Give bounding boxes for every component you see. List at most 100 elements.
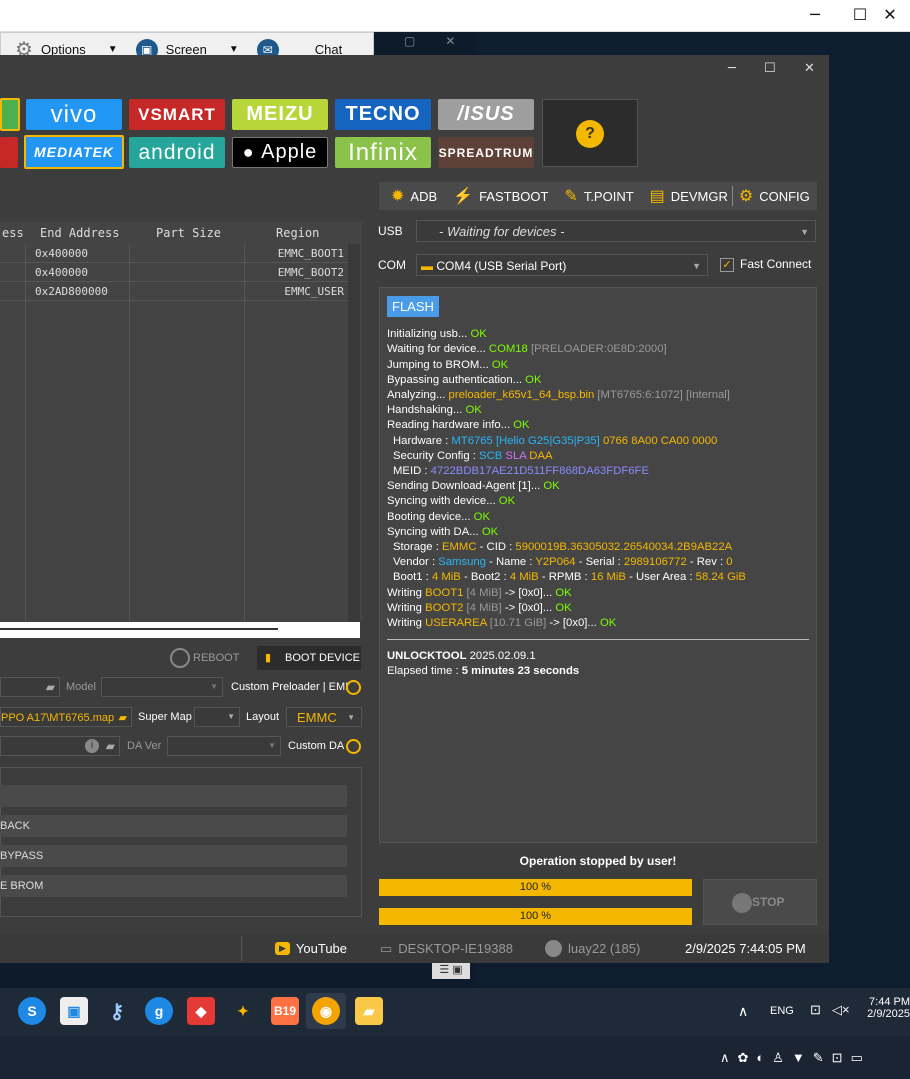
- config-label: CONFIG: [759, 188, 810, 204]
- da-file-field[interactable]: i ▰: [0, 736, 120, 756]
- outer-maximize-button[interactable]: ☐: [845, 4, 875, 26]
- fastboot-button[interactable]: ⚡ FASTBOOT: [453, 186, 548, 206]
- datetime: 2/9/2025 7:44:05 PM: [685, 941, 806, 956]
- table-row[interactable]: 0x400000 EMMC_BOOT1: [0, 244, 348, 263]
- outer-minimize-button[interactable]: ─: [800, 4, 830, 26]
- map-file-field[interactable]: PPO A17\MT6765.map ▰: [0, 707, 132, 727]
- horizontal-scrollbar[interactable]: [0, 622, 360, 638]
- brand-vsmart-tile[interactable]: VSMART: [129, 99, 225, 130]
- folder-icon[interactable]: ▰: [355, 997, 383, 1025]
- log-line: Vendor : Samsung - Name : Y2P064 - Seria…: [393, 556, 733, 569]
- log-line: Analyzing... preloader_k65v1_64_bsp.bin …: [387, 389, 730, 402]
- com-port-select[interactable]: ▬ COM4 (USB Serial Port) ▼: [416, 254, 708, 276]
- brand-infinix-tile[interactable]: Infinix: [335, 137, 431, 168]
- youtube-label: YouTube: [295, 941, 348, 956]
- log-line: Reading hardware info... OK: [387, 419, 530, 432]
- tray-icons[interactable]: ∧✿◐♙▼✎⊡▭: [720, 1050, 871, 1066]
- stop-icon: [732, 893, 752, 913]
- chevron-down-icon: ▼: [692, 261, 701, 271]
- brand-oppo-tile[interactable]: [0, 98, 20, 131]
- brand-android-tile[interactable]: android: [129, 137, 225, 168]
- reboot-icon: [170, 648, 190, 668]
- monitor-icon: ▭: [380, 940, 393, 956]
- col-end-address[interactable]: End Address: [40, 222, 119, 244]
- log-line: Hardware : MT6765 [Helio G25|G35|P35] 07…: [393, 434, 718, 447]
- brand-asus-tile[interactable]: /ISUS: [438, 99, 534, 130]
- app-icon-b19[interactable]: B19: [271, 997, 299, 1025]
- app-icon-tool[interactable]: ✦: [229, 997, 257, 1025]
- help-tile[interactable]: ?: [542, 99, 638, 167]
- app-icon-window[interactable]: ▣: [60, 997, 88, 1025]
- bug-icon: ✹: [391, 188, 405, 205]
- custom-da-radio[interactable]: [346, 739, 361, 754]
- log-line: Syncing with device... OK: [387, 495, 516, 508]
- col-region[interactable]: Region: [276, 222, 319, 244]
- chevron-down-icon: ▼: [210, 682, 218, 691]
- end-address-cell: 0x2AD800000: [35, 285, 108, 298]
- app-minimize-button[interactable]: ─: [728, 61, 736, 76]
- brand-mediatek-tile[interactable]: MEDIATEK: [24, 135, 124, 169]
- brand-vivo-tile[interactable]: vivo: [26, 99, 122, 130]
- view-toggle[interactable]: ☰ ▣: [432, 963, 470, 979]
- preloader-path-field[interactable]: ▰: [0, 677, 60, 697]
- app-icon-anydesk[interactable]: ◆: [187, 997, 215, 1025]
- lightning-icon: ⚡: [453, 188, 474, 205]
- action-brom-button[interactable]: E BROM: [0, 875, 347, 897]
- brand-spreadtrum-tile[interactable]: SPREADTRUM: [438, 137, 534, 168]
- brand-huawei-tile[interactable]: [0, 137, 18, 168]
- key-icon[interactable]: ⚷: [103, 997, 131, 1025]
- clock[interactable]: 7:44 PM 2/9/2025: [862, 996, 910, 1020]
- config-button[interactable]: ⚙ CONFIG: [731, 186, 810, 206]
- speaker-icon[interactable]: ◁×: [832, 1002, 850, 1018]
- log-line: Handshaking... OK: [387, 404, 482, 417]
- layout-value: EMMC: [297, 710, 337, 725]
- chevron-up-icon[interactable]: ∧: [738, 1003, 748, 1020]
- app-icon-g[interactable]: g: [145, 997, 173, 1025]
- adb-button[interactable]: ✹ ADB: [391, 186, 437, 206]
- table-scrollbar[interactable]: [348, 244, 360, 622]
- brand-meizu-tile[interactable]: MEIZU: [232, 99, 328, 130]
- tpoint-button[interactable]: ✎ T.POINT: [564, 186, 633, 206]
- action-bypass-button[interactable]: BYPASS: [0, 845, 347, 867]
- devmgr-button[interactable]: ▤ DEVMGR: [650, 186, 728, 206]
- super-map-select[interactable]: ▼: [194, 707, 240, 727]
- fast-connect-checkbox[interactable]: ✓: [720, 258, 734, 272]
- apple-label: Apple: [261, 141, 318, 163]
- layout-select[interactable]: EMMC ▼: [286, 707, 362, 727]
- devmgr-label: DEVMGR: [670, 188, 728, 204]
- app-icon-unlocktool[interactable]: ◉: [312, 997, 340, 1025]
- app-maximize-button[interactable]: ☐: [764, 61, 776, 76]
- brand-tecno-tile[interactable]: TECNO: [335, 99, 431, 130]
- table-row[interactable]: 0x2AD800000 EMMC_USER: [0, 282, 348, 301]
- col-start-address[interactable]: ess: [2, 222, 24, 244]
- action-back-button[interactable]: BACK: [0, 815, 347, 837]
- language-indicator[interactable]: ENG: [770, 1005, 794, 1017]
- network-icon[interactable]: ⊡: [810, 1002, 821, 1018]
- info-icon[interactable]: i: [85, 739, 99, 753]
- function-toolbar: ✹ ADB ⚡ FASTBOOT ✎ T.POINT ▤ DEVMGR ⚙ CONFIG: [379, 182, 817, 210]
- custom-preloader-radio[interactable]: [346, 680, 361, 695]
- model-label: Model: [66, 681, 96, 693]
- log-line: Writing BOOT1 [4 MiB] -> [0x0]... OK: [387, 586, 572, 599]
- usb-label: USB: [378, 224, 403, 238]
- pc-label: DESKTOP-IE19388: [398, 941, 513, 956]
- brand-apple-tile[interactable]: ● Apple: [232, 137, 328, 168]
- app-close-button[interactable]: ✕: [804, 61, 815, 76]
- map-file-value: PPO A17\MT6765.map: [1, 712, 115, 724]
- stop-button[interactable]: STOP: [703, 879, 817, 925]
- action-slot[interactable]: [0, 785, 347, 807]
- tpoint-label: T.POINT: [583, 188, 634, 204]
- usb-device-select[interactable]: - Waiting for devices - ▼: [416, 220, 816, 242]
- outer-close-button[interactable]: ✕: [875, 4, 905, 26]
- reboot-button[interactable]: REBOOT: [193, 652, 239, 664]
- table-row[interactable]: 0x400000 EMMC_BOOT2: [0, 263, 348, 282]
- app-icon-sync[interactable]: S: [18, 997, 46, 1025]
- youtube-link[interactable]: ▶ YouTube: [275, 941, 347, 956]
- model-select[interactable]: ▼: [101, 677, 223, 697]
- chevron-down-icon: ▼: [227, 712, 235, 721]
- boot-device-button[interactable]: ▮ BOOT DEVICE: [257, 646, 361, 670]
- end-address-cell: 0x400000: [35, 247, 88, 260]
- da-ver-select[interactable]: ▼: [167, 736, 281, 756]
- col-part-size[interactable]: Part Size: [156, 222, 221, 244]
- outer-window-titlebar: ─ ☐ ✕: [0, 0, 910, 32]
